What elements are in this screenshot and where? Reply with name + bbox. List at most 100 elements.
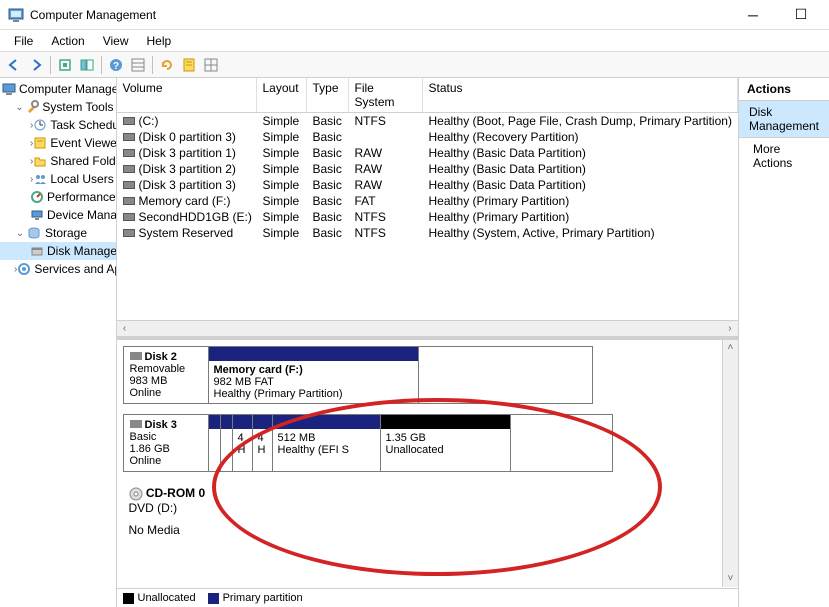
tree-item-shared-folders[interactable]: ›Shared Folders: [0, 152, 116, 170]
volume-icon: [123, 117, 135, 125]
perf-icon: [30, 189, 44, 205]
back-icon[interactable]: [4, 55, 24, 75]
event-icon: [33, 135, 47, 151]
volume-icon: [123, 165, 135, 173]
properties-icon[interactable]: [179, 55, 199, 75]
tree-systools-label: System Tools: [42, 100, 113, 114]
partition[interactable]: 4H: [253, 415, 273, 471]
app-icon: [8, 7, 24, 23]
tree-root[interactable]: Computer Management (Local: [0, 80, 116, 98]
actions-more[interactable]: More Actions: [739, 138, 829, 174]
tree-diskmgmt-label: Disk Management: [47, 244, 117, 258]
tree-item-task-scheduler[interactable]: ›Task Scheduler: [0, 116, 116, 134]
menu-help[interactable]: Help: [139, 32, 180, 49]
volume-row[interactable]: (Disk 3 partition 3)SimpleBasicRAWHealth…: [117, 177, 738, 193]
collapse-icon[interactable]: ⌄: [14, 102, 25, 113]
horizontal-scrollbar[interactable]: ‹›: [117, 320, 738, 336]
menubar: File Action View Help: [0, 30, 829, 52]
partition[interactable]: [209, 415, 221, 471]
partition[interactable]: [221, 415, 233, 471]
list-view-icon[interactable]: [128, 55, 148, 75]
menu-view[interactable]: View: [95, 32, 137, 49]
show-hide-tree-icon[interactable]: [77, 55, 97, 75]
volume-icon: [123, 229, 135, 237]
volume-row[interactable]: (Disk 0 partition 3)SimpleBasicHealthy (…: [117, 129, 738, 145]
actions-title: Actions: [739, 78, 829, 101]
device-icon: [30, 207, 44, 223]
tools-icon: [25, 99, 39, 115]
tree-item-label: Performance: [47, 190, 116, 204]
tree-item-event-viewer[interactable]: ›Event Viewer: [0, 134, 116, 152]
toolbar: ?: [0, 52, 829, 78]
disk2-label: Disk 2 Removable 983 MB Online: [124, 347, 209, 403]
volume-icon: [123, 197, 135, 205]
help-icon[interactable]: ?: [106, 55, 126, 75]
up-icon[interactable]: [55, 55, 75, 75]
tree-root-label: Computer Management (Local: [19, 82, 117, 96]
refresh-icon[interactable]: [157, 55, 177, 75]
computer-icon: [2, 81, 16, 97]
grid-view-icon[interactable]: [201, 55, 221, 75]
menu-action[interactable]: Action: [43, 32, 92, 49]
volume-row[interactable]: Memory card (F:)SimpleBasicFATHealthy (P…: [117, 193, 738, 209]
storage-icon: [26, 225, 42, 241]
volume-list-header: Volume Layout Type File System Status: [117, 78, 738, 113]
tree-item-local-users-and-groups[interactable]: ›Local Users and Groups: [0, 170, 116, 188]
volume-icon: [123, 133, 135, 141]
titlebar: Computer Management ─ ☐: [0, 0, 829, 30]
tree-item-label: Local Users and Groups: [50, 172, 116, 186]
users-icon: [33, 171, 47, 187]
vertical-scrollbar[interactable]: ˄˅: [722, 340, 738, 587]
tree-services-label: Services and Applications: [34, 262, 116, 276]
disk-row-cdrom[interactable]: CD-ROM 0 DVD (D:) No Media: [123, 482, 732, 541]
cdrom-icon: [129, 486, 143, 500]
actions-pane: Actions Disk Management More Actions: [739, 78, 829, 607]
actions-context[interactable]: Disk Management: [739, 101, 829, 138]
tree-system-tools[interactable]: ⌄ System Tools: [0, 98, 116, 116]
tree-item-label: Shared Folders: [50, 154, 116, 168]
folder-icon: [33, 153, 47, 169]
volume-icon: [123, 149, 135, 157]
col-filesystem[interactable]: File System: [349, 78, 423, 112]
tree-item-device-manager[interactable]: Device Manager: [0, 206, 116, 224]
volume-row[interactable]: (C:)SimpleBasicNTFSHealthy (Boot, Page F…: [117, 113, 738, 129]
tree-storage[interactable]: ⌄ Storage: [0, 224, 116, 242]
tree-item-label: Event Viewer: [50, 136, 116, 150]
window-title: Computer Management: [30, 8, 733, 22]
col-volume[interactable]: Volume: [117, 78, 257, 112]
collapse-icon[interactable]: ⌄: [14, 228, 26, 239]
menu-file[interactable]: File: [6, 32, 41, 49]
tree-disk-management[interactable]: Disk Management: [0, 242, 116, 260]
tree-item-label: Task Scheduler: [50, 118, 116, 132]
volume-row[interactable]: (Disk 3 partition 1)SimpleBasicRAWHealth…: [117, 145, 738, 161]
partition-unallocated[interactable]: 1.35 GBUnallocated: [381, 415, 511, 471]
disk-row-disk2[interactable]: Disk 2 Removable 983 MB Online Memory ca…: [123, 346, 593, 404]
maximize-button[interactable]: ☐: [781, 5, 821, 25]
col-layout[interactable]: Layout: [257, 78, 307, 112]
clock-icon: [33, 117, 47, 133]
forward-icon[interactable]: [26, 55, 46, 75]
col-type[interactable]: Type: [307, 78, 349, 112]
volume-row[interactable]: (Disk 3 partition 2)SimpleBasicRAWHealth…: [117, 161, 738, 177]
disk3-label: Disk 3 Basic 1.86 GB Online: [124, 415, 209, 471]
col-status[interactable]: Status: [423, 78, 738, 112]
volume-list[interactable]: Volume Layout Type File System Status (C…: [117, 78, 738, 340]
nav-tree[interactable]: Computer Management (Local ⌄ System Tool…: [0, 78, 117, 607]
volume-icon: [123, 181, 135, 189]
volume-row[interactable]: SecondHDD1GB (E:)SimpleBasicNTFSHealthy …: [117, 209, 738, 225]
tree-item-performance[interactable]: Performance: [0, 188, 116, 206]
disk-graphical-view[interactable]: ˄˅ Disk 2 Removable 983 MB Online Memory…: [117, 340, 738, 607]
volume-icon: [123, 213, 135, 221]
volume-row[interactable]: System ReservedSimpleBasicNTFSHealthy (S…: [117, 225, 738, 241]
disk-icon: [30, 243, 44, 259]
minimize-button[interactable]: ─: [733, 5, 773, 25]
disk2-partition-f[interactable]: Memory card (F:) 982 MB FAT Healthy (Pri…: [209, 347, 419, 403]
tree-services[interactable]: › Services and Applications: [0, 260, 116, 278]
tree-item-label: Device Manager: [47, 208, 117, 222]
partition[interactable]: 4H: [233, 415, 253, 471]
legend: Unallocated Primary partition: [117, 588, 738, 607]
services-icon: [17, 261, 31, 277]
partition[interactable]: 512 MBHealthy (EFI S: [273, 415, 381, 471]
disk-row-disk3[interactable]: Disk 3 Basic 1.86 GB Online 4H4H512 MBHe…: [123, 414, 613, 472]
svg-text:?: ?: [113, 61, 119, 72]
